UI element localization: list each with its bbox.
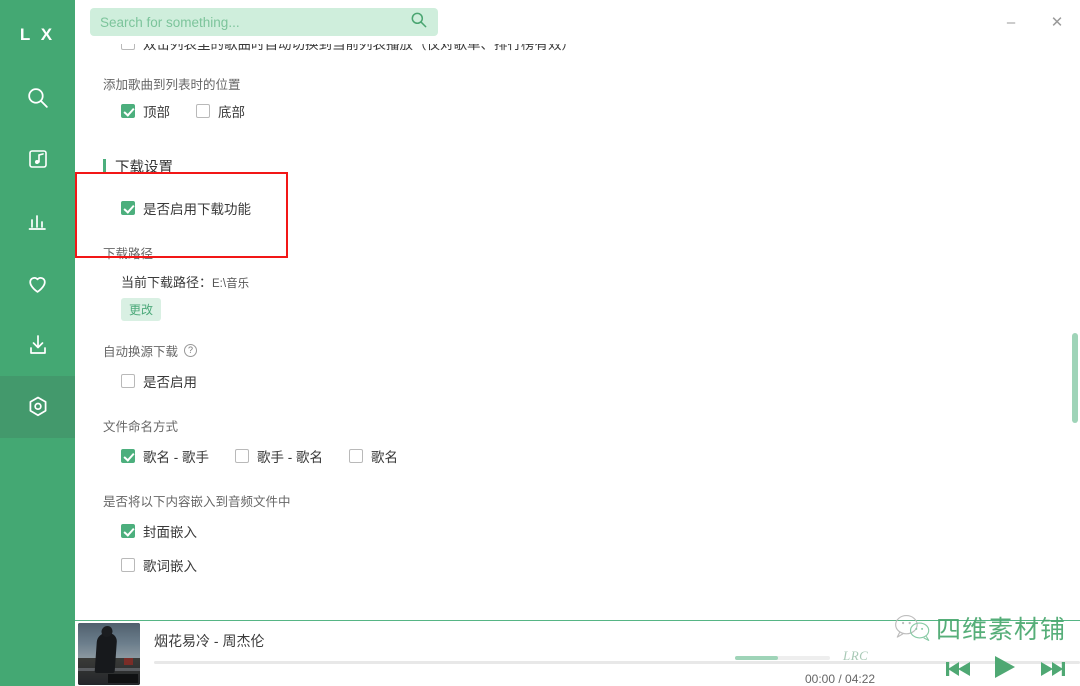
setting-row-auto-switch-enable[interactable]: 是否启用	[103, 368, 1060, 394]
playback-timecode: 00:00 / 04:22	[805, 672, 876, 686]
close-button[interactable]: ✕	[1034, 0, 1080, 44]
main-area: – ✕ 双击列表里的歌曲时自动切换到当前列表播放（仅对歌单、排行榜有效） 添加歌…	[75, 0, 1080, 686]
scrollbar-track[interactable]	[1072, 88, 1078, 550]
section-accent-bar	[103, 159, 106, 174]
search-icon[interactable]	[409, 10, 428, 34]
next-track-icon[interactable]	[1040, 659, 1066, 679]
window-controls: – ✕	[988, 0, 1080, 44]
setting-label-naming-title: 歌名	[371, 450, 398, 465]
download-path-label: 当前下载路径：	[121, 275, 213, 290]
checkbox-embed-lyric[interactable]	[121, 558, 135, 572]
sidebar-item-settings[interactable]	[0, 376, 75, 438]
setting-row-enable-download[interactable]: 是否启用下载功能	[103, 195, 1060, 221]
setting-group-title-download-path: 下载路径	[103, 247, 154, 261]
setting-label-embed-cover: 封面嵌入	[143, 525, 197, 540]
setting-row-embed-cover[interactable]: 封面嵌入	[103, 518, 1060, 544]
setting-group-label-auto-switch: 自动换源下载	[103, 345, 179, 359]
volume-slider-fill	[735, 656, 778, 660]
settings-gear-icon	[25, 394, 51, 420]
sidebar-item-search[interactable]	[0, 66, 75, 128]
top-bar: – ✕	[75, 0, 1080, 44]
app-logo: L X	[19, 25, 56, 44]
settings-scroll-area: 双击列表里的歌曲时自动切换到当前列表播放（仅对歌单、排行榜有效） 添加歌曲到列表…	[75, 44, 1080, 620]
setting-row-naming-artist-title[interactable]: 歌手 - 歌名	[235, 446, 323, 466]
checkbox-naming-title[interactable]	[349, 449, 363, 463]
setting-group-title-auto-switch: 自动换源下载 ?	[103, 341, 1060, 360]
setting-label-enable-download: 是否启用下载功能	[143, 202, 251, 217]
player-bar: 烟花易冷 - 周杰伦 LRC 00:00 / 04:22	[75, 620, 1080, 686]
section-header-download: 下载设置	[103, 156, 1060, 177]
setting-label-position-bottom: 底部	[218, 105, 245, 120]
search-input[interactable]	[100, 14, 409, 30]
setting-group-add-position: 顶部 底部	[103, 98, 1060, 124]
section-title-download: 下载设置	[115, 160, 173, 176]
download-path-value: E:\音乐	[212, 278, 250, 290]
lrc-toggle-button[interactable]: LRC	[843, 648, 868, 664]
setting-row-naming-title-artist[interactable]: 歌名 - 歌手	[121, 446, 209, 466]
download-path-line: 当前下载路径：E:\音乐	[103, 272, 1060, 291]
player-controls: LRC 00:00 / 04:22	[700, 621, 1080, 686]
album-cover-figure	[94, 633, 118, 673]
setting-label-autoswitch-on-dblclick: 双击列表里的歌曲时自动切换到当前列表播放（仅对歌单、排行榜有效）	[143, 44, 575, 52]
sidebar-item-leaderboard[interactable]	[0, 190, 75, 252]
previous-track-icon[interactable]	[945, 659, 971, 679]
play-icon[interactable]	[990, 653, 1018, 681]
checkbox-naming-artist-title[interactable]	[235, 449, 249, 463]
setting-label-naming-title-artist: 歌名 - 歌手	[143, 450, 209, 465]
album-cover-detail	[124, 658, 133, 665]
sidebar-item-songlist[interactable]	[0, 128, 75, 190]
album-cover[interactable]	[78, 623, 140, 685]
help-icon[interactable]: ?	[184, 344, 198, 357]
checkbox-position-top[interactable]	[121, 104, 135, 118]
lx-music-window: L X Search for something... – ✕ 双击列表里的歌曲…	[0, 0, 1080, 686]
setting-row-position-bottom[interactable]: 底部	[196, 101, 245, 121]
volume-slider[interactable]	[735, 656, 830, 660]
checkbox-auto-switch-enable[interactable]	[121, 374, 135, 388]
sidebar-item-download[interactable]	[0, 314, 75, 376]
setting-row-autoswitch-on-dblclick[interactable]: 双击列表里的歌曲时自动切换到当前列表播放（仅对歌单、排行榜有效）	[103, 44, 1060, 60]
setting-group-title-add-position: 添加歌曲到列表时的位置	[103, 78, 241, 92]
chart-bar-icon	[26, 209, 50, 233]
setting-label-position-top: 顶部	[143, 105, 170, 120]
heart-icon	[25, 271, 50, 296]
checkbox-position-bottom[interactable]	[196, 104, 210, 118]
setting-label-auto-switch-enable: 是否启用	[143, 375, 197, 390]
checkbox-embed-cover[interactable]	[121, 524, 135, 538]
sidebar: L X	[0, 0, 75, 686]
checkbox-autoswitch-on-dblclick[interactable]	[121, 44, 135, 50]
setting-group-title-file-naming: 文件命名方式	[103, 420, 179, 434]
scrollbar-thumb[interactable]	[1072, 333, 1078, 423]
music-library-icon	[26, 147, 50, 171]
setting-group-title-embed: 是否将以下内容嵌入到音频文件中	[103, 495, 291, 509]
setting-row-embed-lyric[interactable]: 歌词嵌入	[103, 552, 1060, 578]
setting-label-naming-artist-title: 歌手 - 歌名	[257, 450, 323, 465]
checkbox-enable-download[interactable]	[121, 201, 135, 215]
change-download-path-button[interactable]: 更改	[121, 298, 162, 321]
sidebar-item-favorites[interactable]	[0, 252, 75, 314]
minimize-button[interactable]: –	[988, 0, 1034, 44]
setting-label-embed-lyric: 歌词嵌入	[143, 559, 197, 574]
search-icon	[25, 85, 50, 110]
settings-content: 双击列表里的歌曲时自动切换到当前列表播放（仅对歌单、排行榜有效） 添加歌曲到列表…	[103, 44, 1060, 578]
search-box[interactable]	[90, 8, 438, 36]
setting-row-position-top[interactable]: 顶部	[121, 101, 170, 121]
setting-row-naming-title[interactable]: 歌名	[349, 446, 398, 466]
download-icon	[26, 333, 50, 357]
setting-group-file-naming: 歌名 - 歌手 歌手 - 歌名 歌名	[103, 443, 1060, 469]
checkbox-naming-title-artist[interactable]	[121, 449, 135, 463]
album-cover-caption	[108, 674, 138, 683]
